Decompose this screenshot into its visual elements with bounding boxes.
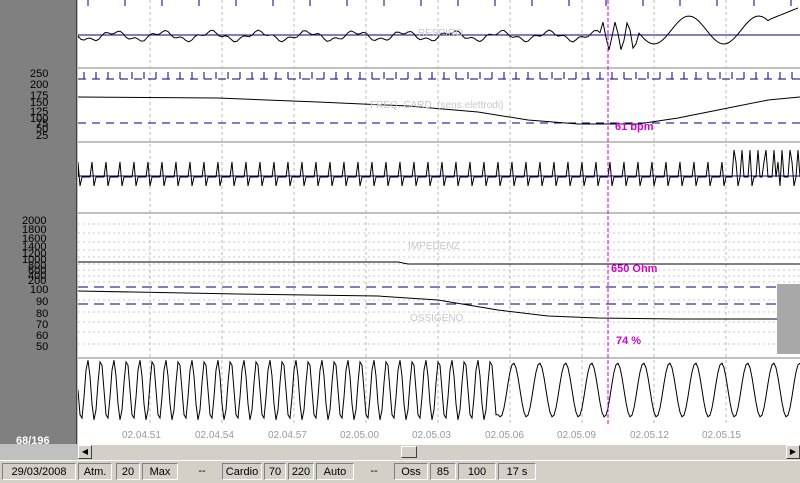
atm-mode-field[interactable]: Max <box>142 463 178 480</box>
cardio-max-field[interactable]: 220 <box>288 463 314 480</box>
oss-label: Oss <box>394 463 428 480</box>
waveform-trace <box>78 360 800 420</box>
time-label: 02.05.09 <box>557 430 596 441</box>
time-label: 02.05.15 <box>702 430 741 441</box>
cardio-dash: -- <box>370 465 378 477</box>
time-label: 02.04.54 <box>195 430 234 441</box>
time-axis: 02.04.51 02.04.54 02.04.57 02.05.00 02.0… <box>78 426 800 444</box>
time-label: 02.05.06 <box>485 430 524 441</box>
hr-scale-label: 25 <box>36 130 49 142</box>
plot-area[interactable]: RESPIRO FREQ. CARD. (sens.elettrodi) IMP… <box>78 0 800 426</box>
cardio-min-field[interactable]: 70 <box>264 463 286 480</box>
traces-svg <box>78 0 800 426</box>
horizontal-scrollbar[interactable]: ◀ ▶ <box>78 444 800 460</box>
status-bar: 29/03/2008 Atm. 20 Max -- Cardio 70 220 … <box>0 460 800 483</box>
oss-max-field[interactable]: 100 <box>458 463 496 480</box>
duration-field: 17 s <box>498 463 536 480</box>
cardio-label: Cardio <box>222 463 262 480</box>
oxygen-readout: 74 % <box>616 335 642 347</box>
hr-channel-title: FREQ. CARD. (sens.elettrodi) <box>370 100 504 111</box>
time-label: 02.05.12 <box>630 430 669 441</box>
oss-min-field[interactable]: 85 <box>430 463 456 480</box>
ecg-trace <box>78 149 800 187</box>
date-field: 29/03/2008 <box>2 463 76 480</box>
scroll-right-button[interactable]: ▶ <box>786 445 800 459</box>
hr-readout: 61 bpm <box>615 121 654 133</box>
time-label: 02.04.51 <box>122 430 161 441</box>
atm-value-field[interactable]: 20 <box>116 463 140 480</box>
impedance-readout: 650 Ohm <box>611 263 658 275</box>
time-label: 02.05.00 <box>340 430 379 441</box>
scrollbar-thumb[interactable] <box>401 446 417 458</box>
atm-dash: -- <box>198 465 206 477</box>
time-label: 02.04.57 <box>268 430 307 441</box>
oxygen-scale-label: 50 <box>36 341 49 353</box>
oxygen-scale-label: 90 <box>36 296 49 308</box>
breath-channel-title: RESPIRO <box>418 28 464 39</box>
time-label: 02.05.03 <box>412 430 451 441</box>
impedance-channel-title: IMPEDENZ <box>408 241 460 252</box>
polygraph-viewer: 250 200 175 150 125 100 75 50 25 2000 18… <box>0 0 800 483</box>
page-counter: 68/196 <box>16 435 50 447</box>
oxygen-shaded-region <box>777 284 800 354</box>
scroll-left-button[interactable]: ◀ <box>78 445 92 459</box>
atm-label: Atm. <box>78 463 112 480</box>
oxygen-channel-title: OSSIGENO <box>410 313 464 324</box>
impedance-trace <box>78 261 800 265</box>
oxygen-scale-label: 100 <box>30 284 49 296</box>
cardio-mode-field[interactable]: Auto <box>316 463 354 480</box>
scale-panel: 250 200 175 150 125 100 75 50 25 2000 18… <box>0 0 77 447</box>
